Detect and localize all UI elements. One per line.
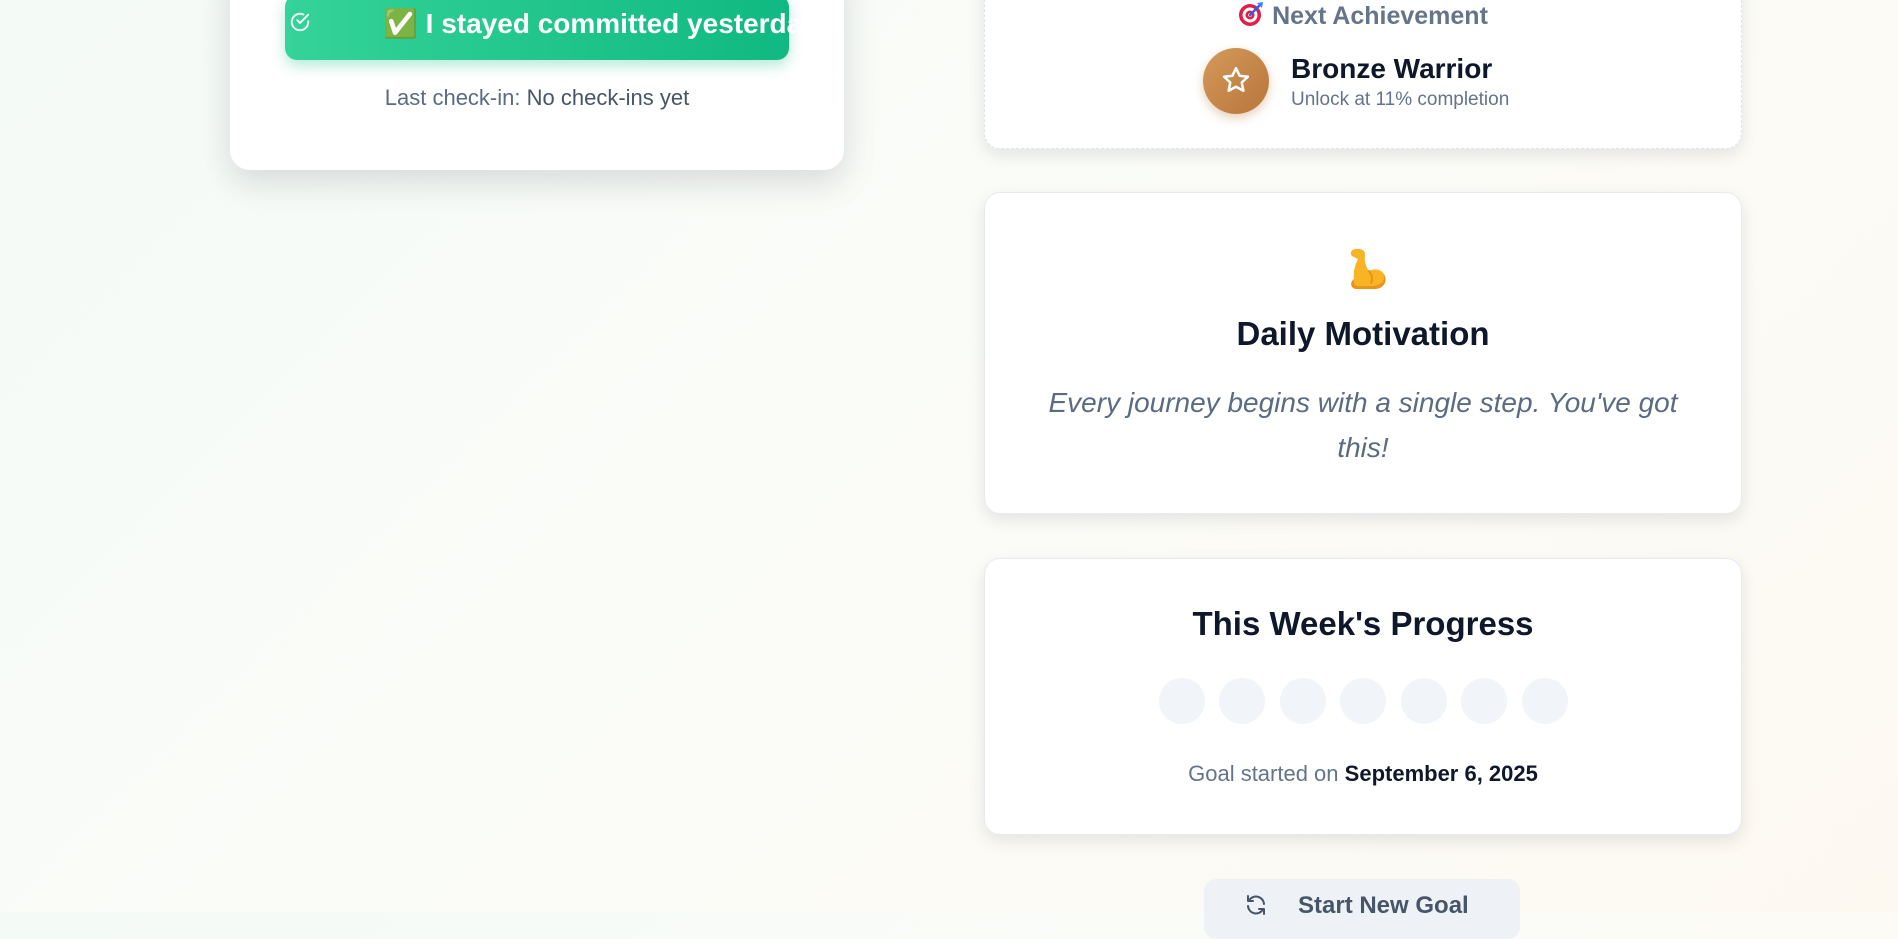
day-indicator (1159, 678, 1205, 724)
achievement-header-label: Next Achievement (1272, 2, 1488, 30)
motivation-quote: Every journey begins with a single step.… (1048, 387, 1678, 463)
day-indicator (1340, 678, 1386, 724)
last-checkin-value: No check-ins yet (526, 85, 690, 110)
achievement-header: Next Achievement (985, 1, 1741, 31)
daily-motivation-card: Daily Motivation Every journey begins wi… (984, 192, 1742, 514)
start-new-goal-button[interactable]: Start New Goal (1204, 879, 1520, 939)
achievement-title: Bronze Warrior (1291, 53, 1493, 84)
last-checkin-label: Last check-in: (384, 85, 527, 110)
day-indicator (1522, 678, 1568, 724)
achievement-subtitle: Unlock at 11% completion (1291, 89, 1510, 110)
day-indicator (1401, 678, 1447, 724)
goal-started-date: September 6, 2025 (1344, 761, 1538, 786)
motivation-title: Daily Motivation (1236, 315, 1490, 352)
next-achievement-card: Next Achievement Bronze Warrior Unlock a… (984, 0, 1742, 149)
flexed-biceps-icon (1350, 248, 1386, 289)
refresh-icon (1247, 895, 1265, 915)
goal-started-label: Goal started on (1188, 761, 1345, 786)
checkin-button-label: ✅ I stayed committed yesterday! (383, 8, 828, 39)
goal-started: Goal started on September 6, 2025 (985, 761, 1741, 787)
checkin-button[interactable]: ✅ I stayed committed yesterday! (285, 0, 827, 60)
start-new-goal-label: Start New Goal (1298, 892, 1469, 919)
day-indicator (1219, 678, 1265, 724)
target-icon (1239, 2, 1264, 26)
checkin-card: ✅ I stayed committed yesterday! Last che… (230, 0, 844, 170)
day-indicator (1280, 678, 1326, 724)
day-indicator (1461, 678, 1507, 724)
bronze-badge (1203, 48, 1269, 114)
last-checkin: Last check-in: No check-ins yet (230, 85, 844, 111)
weekly-progress-title: This Week's Progress (1192, 605, 1534, 642)
check-circle-icon (290, 12, 310, 32)
star-icon (1222, 66, 1250, 93)
weekly-progress-card: This Week's Progress Goal started on Sep… (984, 558, 1742, 835)
